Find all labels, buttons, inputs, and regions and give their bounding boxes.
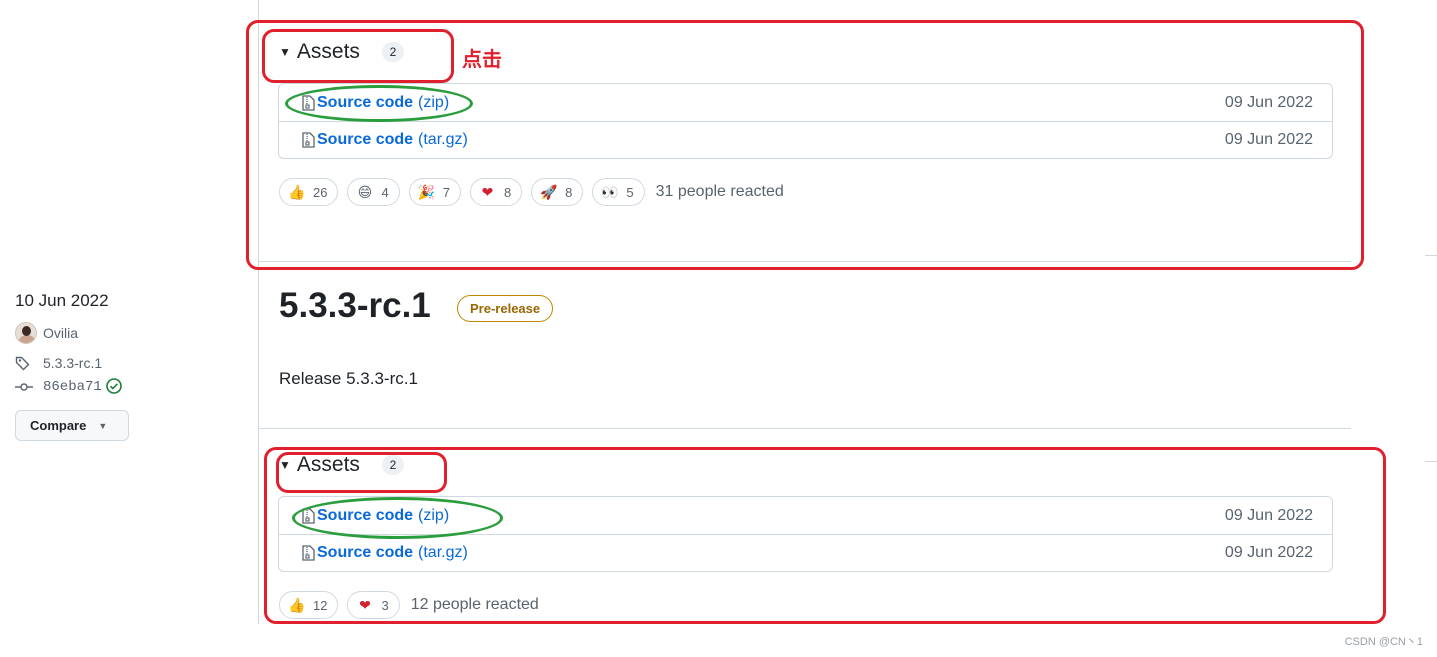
release-date: 10 Jun 2022 [15, 291, 109, 310]
author-name: Ovilia [43, 325, 79, 341]
tag-row[interactable]: 5.3.3-rc.1 [15, 352, 215, 374]
annotation-ellipse-bottom-zip [292, 497, 503, 539]
annotation-box-top-assets [262, 29, 454, 83]
annotation-click-label: 点击 [462, 47, 502, 71]
commit-sha: 86eba71 [43, 379, 102, 395]
release-title[interactable]: 5.3.3-rc.1 [279, 286, 431, 326]
annotation-ellipse-top-zip [285, 85, 473, 122]
annotation-box-bottom-assets [276, 452, 447, 493]
author-row[interactable]: Ovilia [15, 319, 215, 347]
release-notes: Release 5.3.3-rc.1 [279, 369, 418, 388]
tag-name: 5.3.3-rc.1 [43, 355, 103, 371]
watermark: CSDN @CN丶1 [1344, 636, 1423, 648]
section-divider [259, 428, 1351, 429]
commit-row[interactable]: 86eba71 [15, 374, 215, 400]
tag-icon [15, 355, 39, 371]
pre-release-badge: Pre-release [457, 295, 554, 322]
compare-button[interactable]: Compare ▼ [15, 410, 129, 441]
chevron-down-icon: ▼ [98, 420, 108, 431]
commit-icon [15, 382, 39, 392]
release-sidebar: 10 Jun 2022 Ovilia 5.3.3-rc.1 86eba71 Co… [15, 288, 215, 441]
verified-check-icon [106, 377, 122, 397]
edge-tick [1425, 255, 1437, 256]
edge-tick [1425, 461, 1437, 462]
avatar [15, 322, 37, 344]
